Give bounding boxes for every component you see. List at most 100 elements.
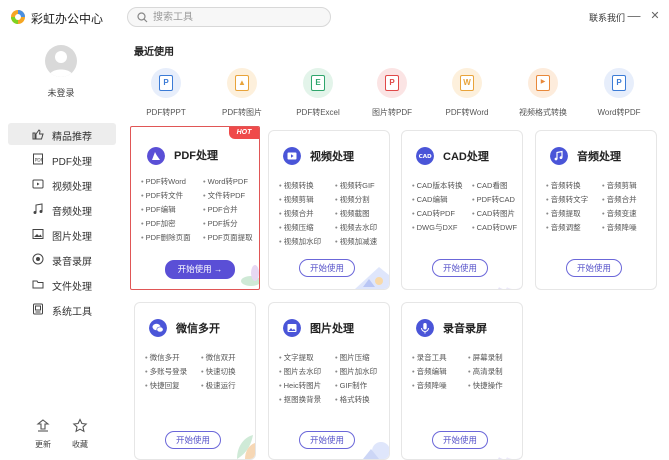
feature-item[interactable]: 音频合并	[602, 194, 637, 205]
favorites-button[interactable]: 收藏	[62, 418, 98, 450]
sidebar-item-audio[interactable]: 音频处理	[8, 198, 116, 220]
feature-item[interactable]: 视频去水印	[335, 222, 378, 233]
feature-item[interactable]: CAD转PDF	[412, 208, 455, 219]
contact-us-link[interactable]: 联系我们	[589, 11, 625, 24]
feature-item[interactable]: 音频剪辑	[602, 180, 637, 191]
card-video[interactable]: 视频处理 视频转换 视频转GIF 视频剪辑 视频分割 视频合并 视频截图 视频压…	[268, 130, 390, 290]
recent-item-pdf-to-excel[interactable]: E PDF转Excel	[283, 68, 353, 118]
feature-item[interactable]: PDF转Word	[141, 176, 186, 187]
login-status[interactable]: 未登录	[0, 86, 122, 99]
feature-item[interactable]: 图片去水印	[279, 366, 322, 377]
card-cad[interactable]: CAD CAD处理 CAD版本转换 CAD看图 CAD编辑 PDF转CAD CA…	[401, 130, 523, 290]
sidebar-item-pdf[interactable]: PDF PDF处理	[8, 148, 116, 170]
feature-item[interactable]: 音频提取	[546, 208, 581, 219]
avatar[interactable]	[45, 45, 77, 77]
feature-item[interactable]: 视频加减速	[335, 236, 378, 247]
feature-item[interactable]: 快速切换	[201, 366, 236, 377]
recent-item-pdf-to-image[interactable]: ▲ PDF转图片	[207, 68, 277, 118]
feature-item[interactable]: 快捷操作	[468, 380, 503, 391]
feature-item[interactable]: GIF制作	[335, 380, 368, 391]
feature-item[interactable]: 录音工具	[412, 352, 447, 363]
start-button[interactable]: 开始使用	[566, 259, 622, 277]
feature-item[interactable]: 微信双开	[201, 352, 236, 363]
feature-item[interactable]: CAD版本转换	[412, 180, 463, 191]
decoration-arcs	[498, 457, 522, 459]
feature-item[interactable]: PDF合并	[203, 204, 238, 215]
sidebar-item-system[interactable]: 系统工具	[8, 298, 116, 320]
close-button[interactable]: ✕	[648, 8, 662, 24]
feature-item[interactable]: PDF页面提取	[203, 232, 253, 243]
feature-item[interactable]: PDF删除页面	[141, 232, 191, 243]
feature-item[interactable]: 音频降噪	[412, 380, 447, 391]
sidebar-item-file[interactable]: 文件处理	[8, 273, 116, 295]
update-icon	[36, 419, 50, 432]
start-button[interactable]: 开始使用	[432, 431, 488, 449]
feature-item[interactable]: 视频压缩	[279, 222, 314, 233]
feature-item[interactable]: 视频截图	[335, 208, 370, 219]
sidebar-item-recommended[interactable]: 精品推荐	[8, 123, 116, 145]
feature-item[interactable]: 文件转PDF	[203, 190, 246, 201]
sidebar-item-image[interactable]: 图片处理	[8, 223, 116, 245]
feature-item[interactable]: CAD看图	[472, 180, 508, 191]
card-wechat[interactable]: 微信多开 微信多开 微信双开 多账号登录 快速切换 快捷回复 极速运行 开始使用	[134, 302, 256, 460]
update-button[interactable]: 更新	[25, 418, 61, 450]
minimize-button[interactable]: —	[627, 8, 641, 24]
feature-item[interactable]: 视频剪辑	[279, 194, 314, 205]
feature-item[interactable]: 音频调整	[546, 222, 581, 233]
feature-item[interactable]: 音频转换	[546, 180, 581, 191]
pdf-to-ppt-icon: P	[151, 68, 181, 98]
card-audio[interactable]: 音频处理 音频转换 音频剪辑 音频转文字 音频合并 音频提取 音频变速 音频调整…	[535, 130, 657, 290]
feature-item[interactable]: 多账号登录	[145, 366, 188, 377]
start-button[interactable]: 开始使用	[299, 259, 355, 277]
recent-item-video-convert[interactable]: ▶ 视频格式转换	[508, 68, 578, 118]
feature-item[interactable]: PDF转CAD	[472, 194, 515, 205]
feature-item[interactable]: 高清录制	[468, 366, 503, 377]
feature-item[interactable]: PDF加密	[141, 218, 176, 229]
search-box[interactable]	[127, 7, 331, 27]
search-input[interactable]	[153, 10, 323, 24]
sidebar-item-label: 音频处理	[52, 207, 92, 218]
feature-item[interactable]: CAD编辑	[412, 194, 448, 205]
feature-item[interactable]: 视频加水印	[279, 236, 322, 247]
feature-item[interactable]: DWG与DXF	[412, 222, 458, 233]
feature-item[interactable]: 快捷回复	[145, 380, 180, 391]
feature-item[interactable]: Word转PDF	[203, 176, 248, 187]
feature-item[interactable]: 抠图换背景	[279, 394, 322, 405]
decoration-shapes	[363, 442, 389, 459]
feature-item[interactable]: PDF编辑	[141, 204, 176, 215]
card-pdf[interactable]: HOT PDF处理 PDF转Word Word转PDF PDF转文件 文件转PD…	[130, 126, 260, 290]
feature-item[interactable]: 极速运行	[201, 380, 236, 391]
feature-item[interactable]: 视频合并	[279, 208, 314, 219]
feature-item[interactable]: 视频转换	[279, 180, 314, 191]
card-recording[interactable]: 录音录屏 录音工具 屏幕录制 音频编辑 高清录制 音频降噪 快捷操作 开始使用	[401, 302, 523, 460]
feature-item[interactable]: 图片压缩	[335, 352, 370, 363]
card-image[interactable]: 图片处理 文字提取 图片压缩 图片去水印 图片加水印 Heic转图片 GIF制作…	[268, 302, 390, 460]
rainbow-logo-icon	[11, 10, 25, 24]
feature-item[interactable]: 音频编辑	[412, 366, 447, 377]
feature-item[interactable]: PDF转文件	[141, 190, 184, 201]
start-button[interactable]: 开始使用	[165, 431, 221, 449]
feature-item[interactable]: Heic转图片	[279, 380, 322, 391]
sidebar-item-video[interactable]: 视频处理	[8, 173, 116, 195]
feature-item[interactable]: 视频分割	[335, 194, 370, 205]
recent-item-pdf-to-ppt[interactable]: P PDF转PPT	[131, 68, 201, 118]
feature-item[interactable]: 格式转换	[335, 394, 370, 405]
feature-item[interactable]: 微信多开	[145, 352, 180, 363]
feature-item[interactable]: 音频降噪	[602, 222, 637, 233]
feature-item[interactable]: 文字提取	[279, 352, 314, 363]
feature-item[interactable]: 音频转文字	[546, 194, 589, 205]
feature-item[interactable]: 图片加水印	[335, 366, 378, 377]
feature-item[interactable]: CAD转DWF	[472, 222, 517, 233]
card-title: 录音录屏	[443, 323, 487, 335]
start-button[interactable]: 开始使用	[299, 431, 355, 449]
feature-item[interactable]: PDF拆分	[203, 218, 238, 229]
recent-item-image-to-pdf[interactable]: P 图片转PDF	[357, 68, 427, 118]
feature-item[interactable]: 视频转GIF	[335, 180, 375, 191]
feature-item[interactable]: 音频变速	[602, 208, 637, 219]
feature-item[interactable]: CAD转图片	[472, 208, 515, 219]
recent-item-word-to-pdf[interactable]: P Word转PDF	[584, 68, 654, 118]
sidebar-item-record[interactable]: 录音录屏	[8, 248, 116, 270]
start-button[interactable]: 开始使用	[432, 259, 488, 277]
recent-item-pdf-to-word[interactable]: W PDF转Word	[432, 68, 502, 118]
feature-item[interactable]: 屏幕录制	[468, 352, 503, 363]
